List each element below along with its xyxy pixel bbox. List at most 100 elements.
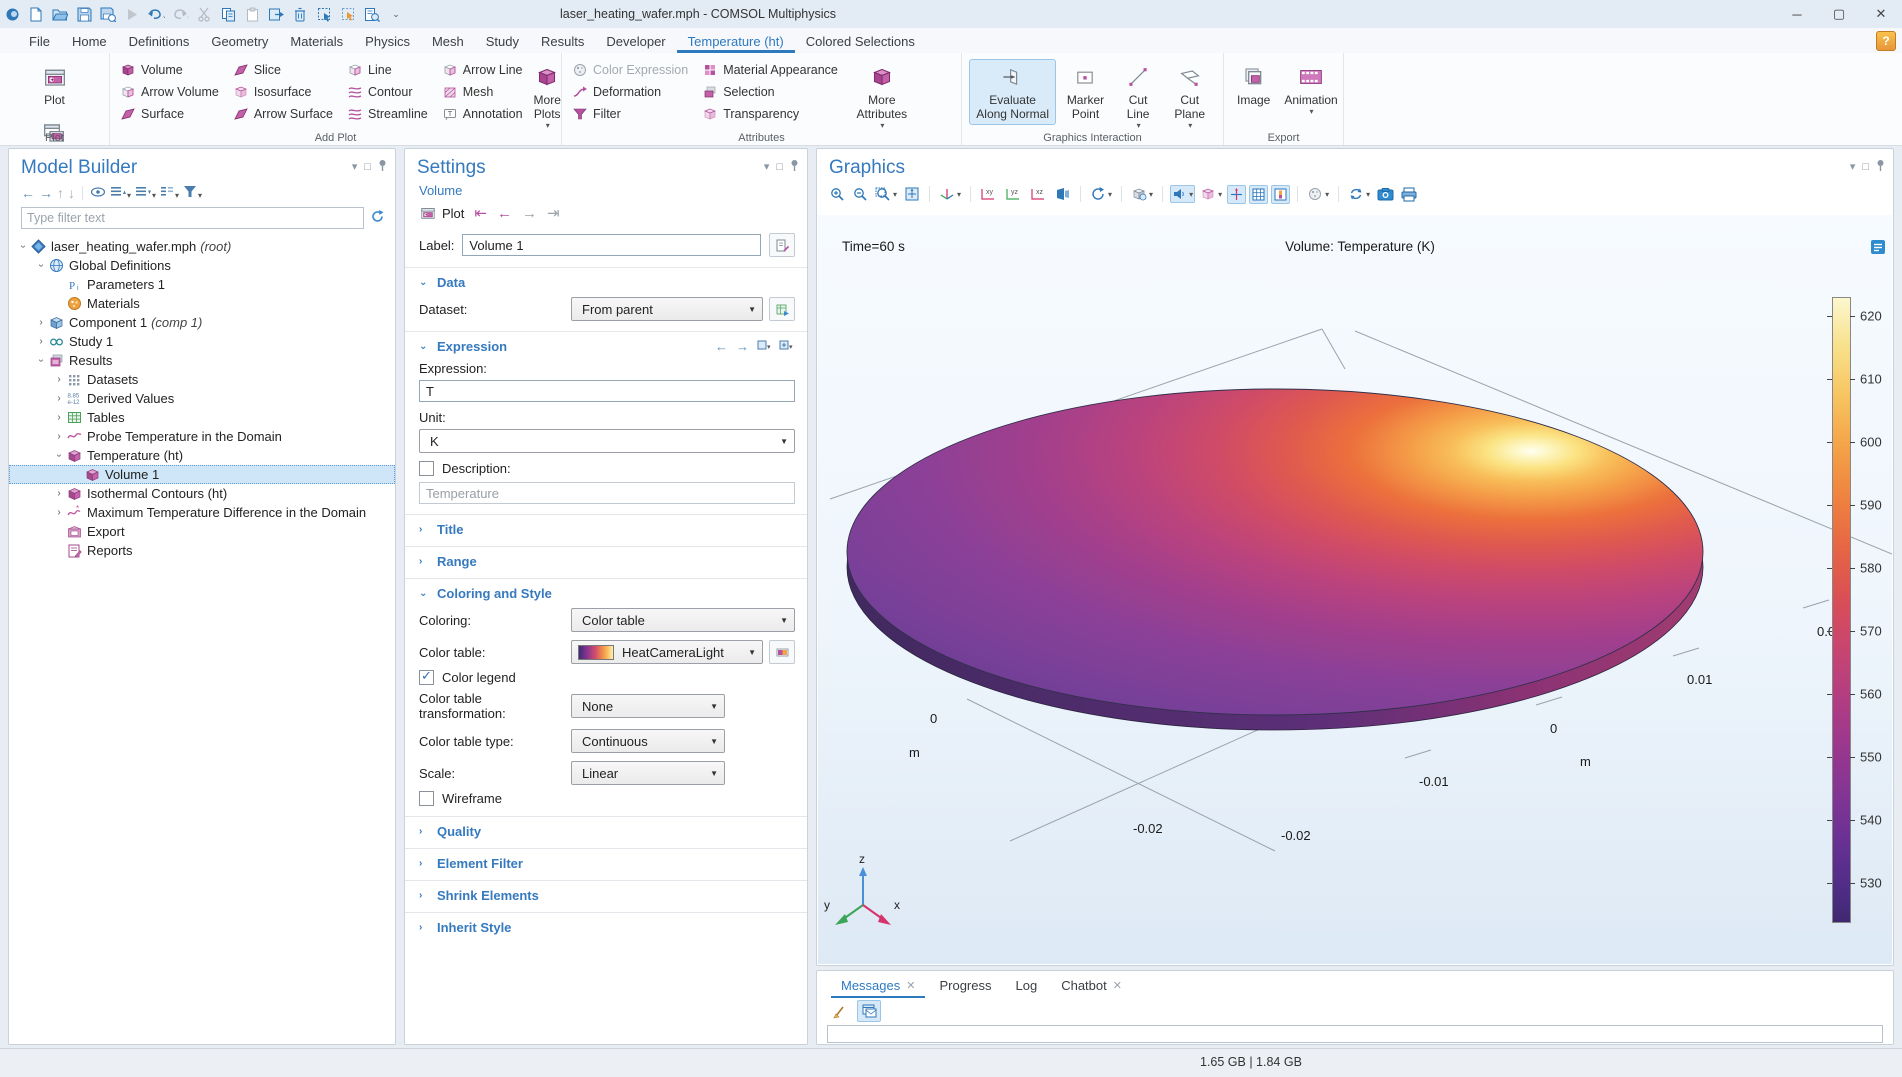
- plot-first-icon[interactable]: ⇤: [474, 204, 487, 222]
- panel-pin-icon[interactable]: [1876, 159, 1885, 174]
- streamline-plot-item[interactable]: Streamline: [343, 103, 432, 125]
- filter-tree-icon[interactable]: ▾: [183, 185, 202, 201]
- tree-filter-input[interactable]: [21, 207, 364, 229]
- dataset-select[interactable]: From parent▼: [571, 297, 763, 321]
- new-file-icon[interactable]: [24, 3, 48, 25]
- scale-select[interactable]: Linear▼: [571, 761, 725, 785]
- view-xy-icon[interactable]: xy: [978, 185, 1000, 204]
- find-icon[interactable]: [360, 3, 384, 25]
- tab-home[interactable]: Home: [61, 31, 118, 53]
- forward-icon[interactable]: →: [39, 185, 53, 201]
- clear-messages-icon[interactable]: [829, 1001, 851, 1021]
- tab-geometry[interactable]: Geometry: [200, 31, 279, 53]
- plot-button[interactable]: Plot: [36, 59, 74, 111]
- tree-item-results[interactable]: › Results: [9, 351, 395, 370]
- section-shrink-elements[interactable]: ›Shrink Elements: [405, 881, 807, 906]
- edit-color-table-icon[interactable]: [769, 640, 795, 664]
- copy-icon[interactable]: [216, 3, 240, 25]
- help-icon[interactable]: ?: [1876, 31, 1896, 51]
- expander-icon[interactable]: ›: [51, 488, 67, 499]
- tab-mesh[interactable]: Mesh: [421, 31, 475, 53]
- undo-icon[interactable]: ⌄: [144, 3, 168, 25]
- open-messages-window-icon[interactable]: [857, 1000, 881, 1022]
- minimize-button[interactable]: ─: [1776, 0, 1818, 28]
- tab-messages[interactable]: Messages✕: [831, 974, 925, 998]
- section-element-filter[interactable]: ›Element Filter: [405, 849, 807, 874]
- tree-item-materials[interactable]: Materials: [9, 294, 395, 313]
- expander-icon[interactable]: ›: [51, 431, 67, 442]
- arrow-volume-plot-item[interactable]: Arrow Volume: [116, 81, 223, 103]
- tab-results[interactable]: Results: [530, 31, 595, 53]
- image-export-button[interactable]: Image: [1231, 59, 1276, 111]
- animation-export-button[interactable]: Animation▾: [1278, 59, 1343, 120]
- marker-point-button[interactable]: Marker Point: [1058, 59, 1112, 125]
- cut-line-button[interactable]: Cut Line▾: [1115, 59, 1162, 134]
- expander-icon[interactable]: ›: [51, 393, 67, 404]
- more-plots-button[interactable]: More Plots▾: [528, 59, 567, 134]
- save-as-icon[interactable]: [96, 3, 120, 25]
- plot-last-icon[interactable]: ⇥: [547, 204, 560, 222]
- section-quality[interactable]: ›Quality: [405, 817, 807, 842]
- tree-item-reports[interactable]: Reports: [9, 541, 395, 560]
- tree-item-tables[interactable]: › Tables: [9, 408, 395, 427]
- expander-icon[interactable]: ›: [36, 353, 47, 369]
- color-table-select[interactable]: HeatCameraLight▼: [571, 640, 763, 664]
- volume-plot-item[interactable]: Volume: [116, 59, 223, 81]
- show-axes-icon[interactable]: [1227, 185, 1246, 204]
- panel-pin-icon[interactable]: [378, 159, 387, 174]
- expander-icon[interactable]: ›: [18, 239, 29, 255]
- projection-icon[interactable]: [1053, 185, 1073, 203]
- save-icon[interactable]: [72, 3, 96, 25]
- section-inherit-style[interactable]: ›Inherit Style: [405, 913, 807, 938]
- tab-materials[interactable]: Materials: [279, 31, 354, 53]
- zoom-extents-icon[interactable]: [902, 184, 922, 204]
- arrow-line-plot-item[interactable]: Arrow Line: [438, 59, 527, 81]
- panel-float-icon[interactable]: □: [364, 161, 371, 173]
- go-to-dataset-icon[interactable]: [769, 297, 795, 321]
- tab-temperature-ht[interactable]: Temperature (ht): [677, 31, 795, 53]
- panel-menu-icon[interactable]: ▾: [764, 160, 770, 173]
- maximize-button[interactable]: ▢: [1818, 0, 1860, 28]
- filter-item[interactable]: Filter: [568, 103, 692, 125]
- section-expression[interactable]: ⌄Expression ← → ▾ ▾: [405, 332, 807, 357]
- delete-icon[interactable]: [288, 3, 312, 25]
- selection-item[interactable]: Selection: [698, 81, 842, 103]
- show-icon[interactable]: [90, 185, 106, 201]
- collapse-all-icon[interactable]: ▾: [110, 185, 131, 201]
- tab-developer[interactable]: Developer: [595, 31, 676, 53]
- tree-item-max-temperature-difference[interactable]: › * Maximum Temperature Difference in th…: [9, 503, 395, 522]
- section-range[interactable]: ›Range: [405, 547, 807, 572]
- tab-physics[interactable]: Physics: [354, 31, 421, 53]
- color-appearance-icon[interactable]: ▾: [1305, 184, 1331, 204]
- slice-plot-item[interactable]: Slice: [229, 59, 337, 81]
- annotation-plot-item[interactable]: Annotation: [438, 103, 527, 125]
- expander-icon[interactable]: ›: [36, 258, 47, 274]
- panel-menu-icon[interactable]: ▾: [1850, 160, 1856, 173]
- print-icon[interactable]: [1399, 185, 1419, 204]
- sound-icon[interactable]: ▾: [1170, 185, 1195, 203]
- isosurface-plot-item[interactable]: Isosurface: [229, 81, 337, 103]
- wafer-surface[interactable]: [847, 389, 1703, 715]
- transparency-item[interactable]: Transparency: [698, 103, 842, 125]
- cut-plane-button[interactable]: Cut Plane▾: [1163, 59, 1216, 134]
- section-title[interactable]: ›Title: [405, 515, 807, 540]
- expression-back-icon[interactable]: ←: [715, 339, 728, 354]
- surface-plot-item[interactable]: Surface: [116, 103, 223, 125]
- refresh-icon[interactable]: [370, 209, 385, 227]
- tree-item-derived-values[interactable]: › 8.85e-12 Derived Values: [9, 389, 395, 408]
- tab-file[interactable]: File: [18, 31, 61, 53]
- expand-all-icon[interactable]: ▾: [135, 185, 156, 201]
- settings-plot-button[interactable]: Plot: [419, 205, 464, 221]
- view-xz-icon[interactable]: xz: [1028, 185, 1050, 204]
- expander-icon[interactable]: ›: [54, 448, 65, 464]
- show-color-legend-icon[interactable]: [1271, 185, 1290, 204]
- zoom-box-icon[interactable]: ▾: [873, 184, 899, 204]
- tree-item-isothermal-contours[interactable]: › Isothermal Contours (ht): [9, 484, 395, 503]
- tree-item-volume-1[interactable]: Volume 1: [9, 465, 395, 484]
- description-checkbox[interactable]: [419, 461, 434, 476]
- move-up-icon[interactable]: ↑: [57, 185, 64, 201]
- expander-icon[interactable]: ›: [33, 336, 49, 347]
- color-table-type-select[interactable]: Continuous▼: [571, 729, 725, 753]
- evaluate-along-normal-button[interactable]: Evaluate Along Normal: [969, 59, 1056, 125]
- tab-colored-selections[interactable]: Colored Selections: [795, 31, 926, 53]
